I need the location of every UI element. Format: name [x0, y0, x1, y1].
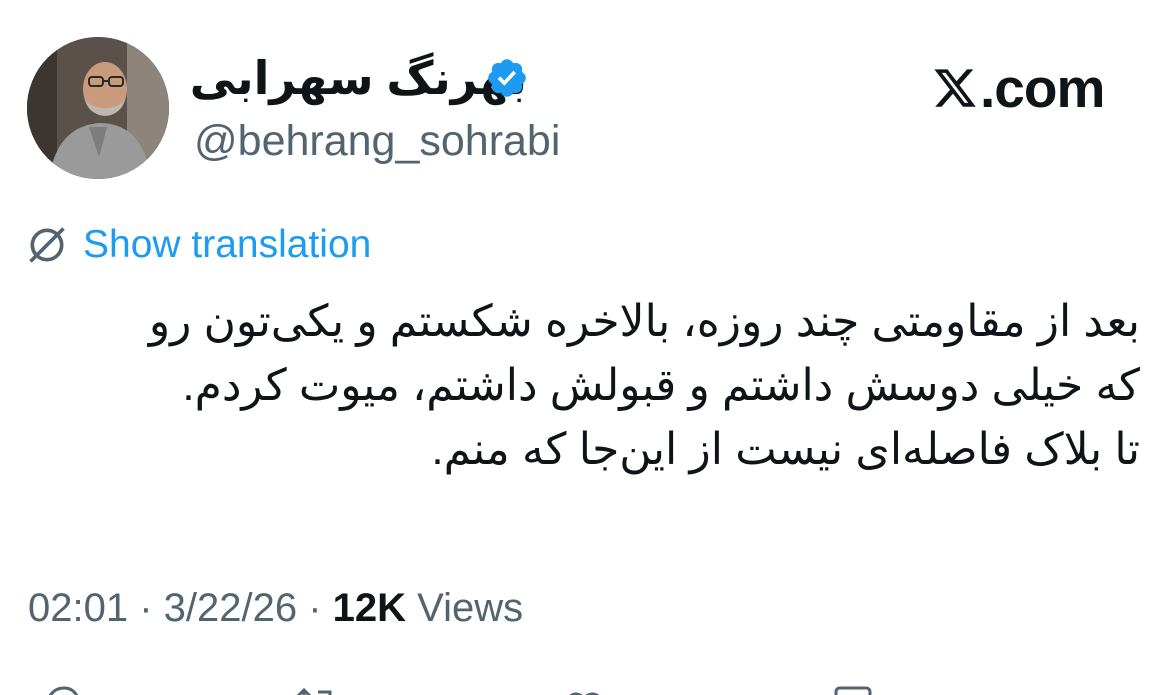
show-translation-button[interactable]: Show translation	[25, 220, 371, 270]
views-label: Views	[406, 586, 524, 630]
tweet-text-line: که خیلی دوسش داشتم و قبولش داشتم، میوت ک…	[182, 361, 1140, 410]
x-logo-icon	[934, 69, 976, 107]
x-brand: .com	[932, 57, 1105, 119]
tweet-text-line: تا بلاک فاصله‌ای نیست از این‌جا که منم.	[431, 425, 1140, 474]
meta-separator: ·	[297, 586, 333, 630]
tweet-card: بهرنگ سهرابی @behrang_sohrabi .com Show …	[0, 0, 1170, 695]
tweet-meta: 02:01 · 3/22/26 · 12K Views	[28, 582, 523, 634]
tweet-time[interactable]: 02:01	[28, 586, 128, 630]
author-handle[interactable]: @behrang_sohrabi	[194, 115, 560, 167]
x-brand-domain: .com	[980, 57, 1105, 119]
author-display-name[interactable]: بهرنگ سهرابی	[190, 52, 527, 104]
reply-icon[interactable]	[38, 684, 88, 695]
tweet-text: بعد از مقاومتی چند روزه، بالاخره شکستم و…	[20, 290, 1140, 482]
profile-avatar[interactable]	[27, 37, 169, 179]
bookmark-icon[interactable]	[828, 684, 878, 695]
meta-separator: ·	[128, 586, 164, 630]
globe-icon	[29, 227, 65, 263]
show-translation-label[interactable]: Show translation	[83, 220, 371, 270]
tweet-date[interactable]: 3/22/26	[164, 586, 297, 630]
tweet-text-line: بعد از مقاومتی چند روزه، بالاخره شکستم و…	[148, 297, 1140, 346]
verified-badge-icon	[488, 59, 526, 97]
repost-icon[interactable]	[290, 684, 340, 695]
views-count[interactable]: 12K	[333, 586, 406, 630]
like-icon[interactable]	[560, 684, 610, 695]
share-icon[interactable]	[1095, 684, 1145, 695]
